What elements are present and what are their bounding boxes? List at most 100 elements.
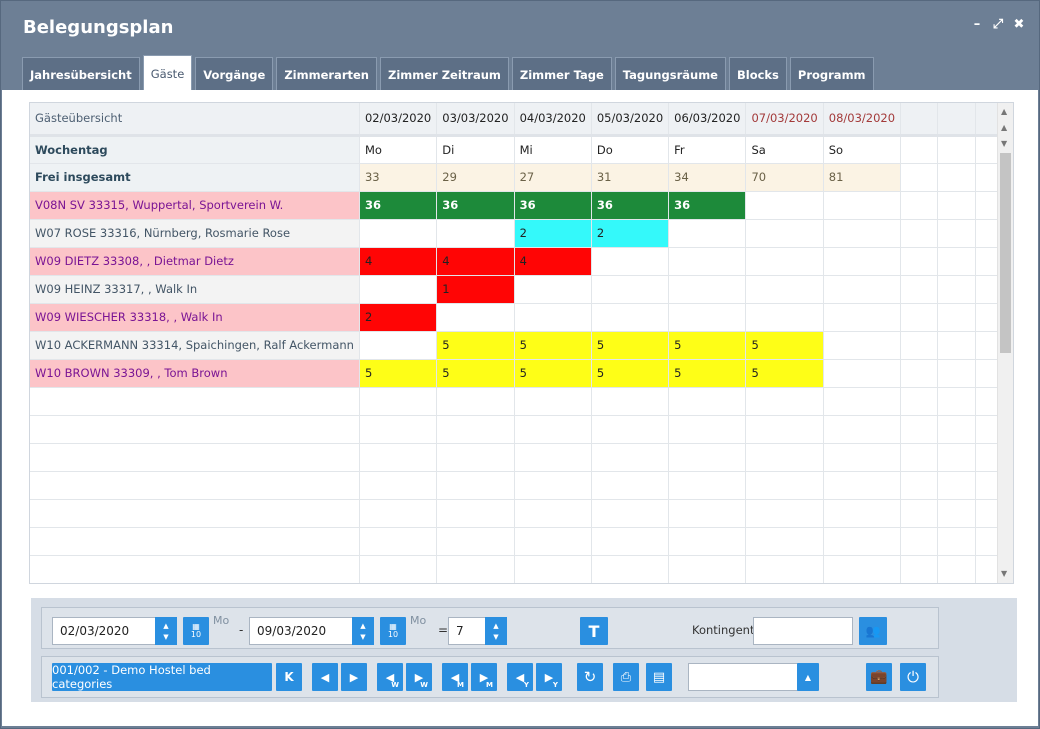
scroll-down-icon[interactable]: ▼ <box>1001 569 1007 578</box>
to-date-input[interactable]: 09/03/2020 <box>249 617 353 645</box>
occupancy-cell[interactable] <box>745 191 824 220</box>
occupancy-cell[interactable]: 5 <box>591 359 670 388</box>
occupancy-cell[interactable]: 5 <box>668 331 747 360</box>
occupancy-cell[interactable]: 2 <box>591 219 670 248</box>
occupancy-cell[interactable]: 36 <box>359 191 438 220</box>
occupancy-cell[interactable] <box>745 303 824 332</box>
prev-month-button[interactable]: ◀ M <box>442 663 468 691</box>
contacts-button[interactable]: 👥 <box>859 617 887 645</box>
occupancy-cell[interactable] <box>514 303 592 332</box>
next-day-button[interactable]: ▶ <box>341 663 367 691</box>
occupancy-cell[interactable] <box>823 303 902 332</box>
occupancy-cell[interactable] <box>591 275 670 304</box>
scroll-down-small-icon[interactable]: ▼ <box>1001 139 1007 148</box>
guest-name[interactable]: W09 WIESCHER 33318, , Walk In <box>30 303 360 332</box>
category-button[interactable]: 001/002 - Demo Hostel bed categories <box>52 663 272 691</box>
occupancy-cell[interactable]: 5 <box>436 331 515 360</box>
scroll-thumb[interactable] <box>1000 153 1011 353</box>
days-stepper[interactable]: ▲ ▼ <box>485 617 507 645</box>
occupancy-cell[interactable] <box>436 303 515 332</box>
tab-5[interactable]: Zimmer Tage <box>511 57 612 91</box>
kontingent-input[interactable] <box>753 617 853 645</box>
next-month-button[interactable]: ▶ M <box>471 663 497 691</box>
tab-4[interactable]: Zimmer Zeitraum <box>379 57 509 91</box>
occupancy-cell[interactable] <box>514 275 592 304</box>
tab-0[interactable]: Jahresübersicht <box>22 57 140 91</box>
tab-7[interactable]: Blocks <box>728 57 787 91</box>
occupancy-cell[interactable] <box>823 247 902 276</box>
stepper-up-icon[interactable]: ▲ <box>493 622 498 630</box>
next-year-button[interactable]: ▶ Y <box>536 663 562 691</box>
guest-name[interactable]: W07 ROSE 33316, Nürnberg, Rosmarie Rose <box>30 219 360 248</box>
occupancy-cell[interactable]: 36 <box>514 191 592 220</box>
stepper-down-icon[interactable]: ▼ <box>360 633 365 641</box>
occupancy-cell[interactable] <box>745 275 824 304</box>
guest-name[interactable]: W09 HEINZ 33317, , Walk In <box>30 275 360 304</box>
pdf-button[interactable]: ▤ <box>646 663 672 691</box>
occupancy-cell[interactable]: 5 <box>745 359 824 388</box>
occupancy-cell[interactable]: 4 <box>359 247 438 276</box>
occupancy-cell[interactable]: 1 <box>436 275 515 304</box>
occupancy-cell[interactable] <box>436 219 515 248</box>
print-button[interactable]: ⎙ <box>613 663 639 691</box>
occupancy-cell[interactable]: 4 <box>436 247 515 276</box>
from-date-stepper[interactable]: ▲ ▼ <box>155 617 177 645</box>
tab-3[interactable]: Zimmerarten <box>276 57 377 91</box>
scroll-up-icon[interactable]: ▲ <box>1001 107 1007 116</box>
occupancy-cell[interactable] <box>359 275 438 304</box>
occupancy-cell[interactable] <box>745 219 824 248</box>
prev-year-button[interactable]: ◀ Y <box>507 663 533 691</box>
occupancy-cell[interactable] <box>823 275 902 304</box>
occupancy-cell[interactable] <box>591 247 670 276</box>
occupancy-cell[interactable] <box>668 275 747 304</box>
prev-week-button[interactable]: ◀ W <box>377 663 403 691</box>
power-button[interactable]: ⏻ <box>900 663 926 691</box>
t-button[interactable]: T <box>580 617 608 645</box>
occupancy-cell[interactable]: 5 <box>359 359 438 388</box>
guest-name[interactable]: W10 BROWN 33309, , Tom Brown <box>30 359 360 388</box>
occupancy-cell[interactable] <box>823 219 902 248</box>
occupancy-cell[interactable] <box>823 331 902 360</box>
occupancy-cell[interactable]: 36 <box>436 191 515 220</box>
maximize-icon[interactable]: ⤢ <box>992 17 1004 32</box>
stepper-down-icon[interactable]: ▼ <box>493 633 498 641</box>
from-calendar-button[interactable]: ▦ 10 <box>183 617 209 645</box>
occupancy-cell[interactable] <box>359 331 438 360</box>
occupancy-cell[interactable]: 5 <box>668 359 747 388</box>
guest-name[interactable]: V08N SV 33315, Wuppertal, Sportverein W. <box>30 191 360 220</box>
select-input[interactable] <box>688 663 798 691</box>
stepper-up-icon[interactable]: ▲ <box>163 622 168 630</box>
occupancy-cell[interactable]: 5 <box>514 331 592 360</box>
occupancy-cell[interactable] <box>823 359 902 388</box>
tab-8[interactable]: Programm <box>789 57 874 91</box>
occupancy-cell[interactable]: 5 <box>514 359 592 388</box>
occupancy-cell[interactable]: 5 <box>745 331 824 360</box>
occupancy-cell[interactable] <box>745 247 824 276</box>
luggage-button[interactable]: 💼 <box>866 663 892 691</box>
tab-6[interactable]: Tagungsräume <box>614 57 726 91</box>
from-date-input[interactable]: 02/03/2020 <box>52 617 156 645</box>
occupancy-cell[interactable]: 2 <box>514 219 592 248</box>
occupancy-cell[interactable]: 2 <box>359 303 438 332</box>
occupancy-cell[interactable] <box>668 219 747 248</box>
occupancy-cell[interactable]: 5 <box>591 331 670 360</box>
minimize-icon[interactable]: – <box>971 17 983 32</box>
occupancy-cell[interactable] <box>823 191 902 220</box>
stepper-down-icon[interactable]: ▼ <box>163 633 168 641</box>
k-button[interactable]: K <box>276 663 302 691</box>
to-date-stepper[interactable]: ▲ ▼ <box>352 617 374 645</box>
occupancy-cell[interactable] <box>591 303 670 332</box>
guest-name[interactable]: W09 DIETZ 33308, , Dietmar Dietz <box>30 247 360 276</box>
refresh-button[interactable]: ↻ <box>577 663 603 691</box>
tab-2[interactable]: Vorgänge <box>195 57 274 91</box>
guest-name[interactable]: W10 ACKERMANN 33314, Spaichingen, Ralf A… <box>30 331 360 360</box>
next-week-button[interactable]: ▶ W <box>406 663 432 691</box>
days-input[interactable]: 7 <box>448 617 486 645</box>
select-dropdown-button[interactable]: ▲ <box>797 663 819 691</box>
occupancy-cell[interactable] <box>668 303 747 332</box>
occupancy-cell[interactable] <box>359 219 438 248</box>
occupancy-cell[interactable] <box>668 247 747 276</box>
tab-1[interactable]: Gäste <box>142 55 193 91</box>
scroll-up-small-icon[interactable]: ▲ <box>1001 123 1007 132</box>
prev-day-button[interactable]: ◀ <box>312 663 338 691</box>
